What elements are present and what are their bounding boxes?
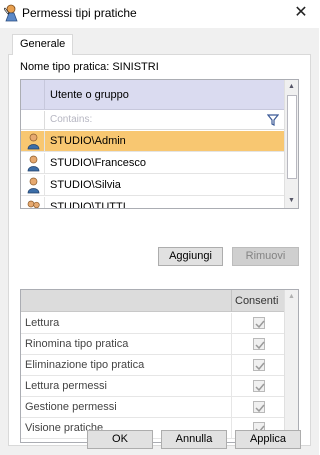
user-row[interactable]: STUDIO\Francesco — [21, 153, 285, 174]
aggiungi-button[interactable]: Aggiungi — [158, 247, 223, 266]
users-grid-scrollbar[interactable]: ▲ ▼ — [284, 80, 298, 208]
title-bar: Permessi tipi pratiche ✕ — [0, 0, 319, 28]
permission-row: Lettura — [21, 313, 285, 334]
permission-label: Lettura permessi — [25, 380, 107, 392]
consenti-cell — [231, 313, 285, 334]
filter-icon[interactable] — [266, 114, 280, 126]
users-grid-header[interactable]: Utente o gruppo — [21, 80, 285, 110]
group-icon — [26, 199, 41, 208]
filter-row[interactable]: Contains: — [21, 111, 285, 130]
scroll-up-icon[interactable]: ▲ — [285, 290, 298, 304]
row-indicator-header — [21, 80, 45, 109]
consenti-cell — [231, 376, 285, 397]
permissions-grid: Consenti Lettura Rinomina tipo pratica E… — [20, 289, 299, 443]
scroll-up-icon[interactable]: ▲ — [285, 80, 298, 94]
user-row[interactable]: STUDIO\Admin — [21, 131, 285, 152]
window-title: Permessi tipi pratiche — [22, 6, 137, 20]
permission-label: Gestione permessi — [25, 401, 117, 413]
consenti-checkbox[interactable] — [253, 401, 265, 413]
tipo-pratica-label: Nome tipo pratica: SINISTRI — [20, 61, 159, 73]
scroll-thumb[interactable] — [287, 95, 297, 179]
permission-row: Gestione permessi — [21, 397, 285, 418]
users-grid: Utente o gruppo Contains: STUDIO\Admin S… — [20, 79, 299, 209]
user-row[interactable]: STUDIO\TUTTI — [21, 197, 285, 209]
scroll-down-icon[interactable]: ▼ — [285, 194, 298, 208]
permission-row: Eliminazione tipo pratica — [21, 355, 285, 376]
user-name: STUDIO\Admin — [50, 135, 126, 147]
permission-row: Lettura permessi — [21, 376, 285, 397]
user-icon — [26, 133, 41, 150]
row-indicator-filter — [21, 111, 45, 130]
dialog-body: Generale Nome tipo pratica: SINISTRI Ute… — [0, 28, 319, 455]
permissions-grid-header: Consenti — [21, 290, 285, 312]
rimuovi-button[interactable]: Rimuovi — [232, 247, 299, 266]
filter-placeholder: Contains: — [50, 114, 93, 125]
column-header-consenti: Consenti — [235, 295, 279, 307]
user-name: STUDIO\Francesco — [50, 157, 146, 169]
user-icon — [26, 155, 41, 172]
permission-row: Rinomina tipo pratica — [21, 334, 285, 355]
consenti-checkbox[interactable] — [253, 380, 265, 392]
user-icon — [26, 177, 41, 194]
consenti-cell — [231, 355, 285, 376]
tab-generale[interactable]: Generale — [12, 34, 74, 55]
tab-label: Generale — [20, 38, 66, 50]
annulla-button[interactable]: Annulla — [161, 430, 227, 449]
tab-panel-generale: Nome tipo pratica: SINISTRI Utente o gru… — [8, 54, 311, 446]
permission-label: Lettura — [25, 317, 60, 329]
permission-label: Eliminazione tipo pratica — [25, 359, 145, 371]
permissions-app-icon — [3, 4, 20, 22]
permissions-grid-scrollbar[interactable]: ▲ ▼ — [284, 290, 298, 442]
column-header-utente: Utente o gruppo — [50, 89, 129, 101]
user-name: STUDIO\Silvia — [50, 179, 121, 191]
consenti-cell — [231, 397, 285, 418]
column-separator — [231, 290, 232, 312]
applica-button[interactable]: Applica — [235, 430, 301, 449]
user-row[interactable]: STUDIO\Silvia — [21, 175, 285, 196]
consenti-checkbox[interactable] — [253, 359, 265, 371]
close-icon: ✕ — [294, 4, 308, 21]
user-name: STUDIO\TUTTI — [50, 201, 126, 209]
consenti-cell — [231, 334, 285, 355]
close-button[interactable]: ✕ — [289, 2, 313, 24]
permission-label: Rinomina tipo pratica — [25, 338, 129, 350]
consenti-checkbox[interactable] — [253, 317, 265, 329]
ok-button[interactable]: OK — [87, 430, 153, 449]
consenti-checkbox[interactable] — [253, 338, 265, 350]
